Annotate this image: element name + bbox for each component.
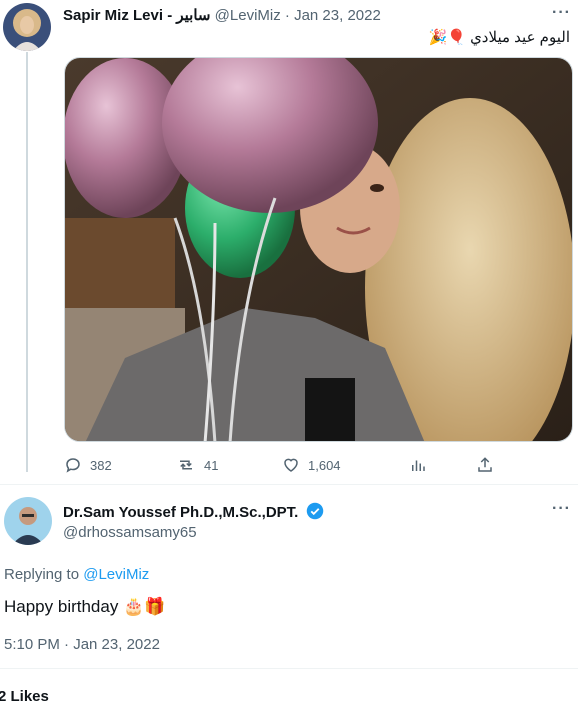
share-action[interactable] <box>476 456 494 474</box>
heart-icon <box>284 458 298 472</box>
divider <box>0 668 578 669</box>
display-name[interactable]: Sapir Miz Levi - سابير <box>63 7 210 24</box>
retweet-icon <box>180 460 192 470</box>
retweet-action[interactable]: 41 <box>176 456 218 474</box>
replying-prefix: Replying to <box>4 566 80 583</box>
more-options-icon[interactable]: ··· <box>552 4 571 22</box>
tweet-header: Sapir Miz Levi - سابير @LeviMiz · Jan 23… <box>63 6 381 24</box>
thread-line <box>26 52 28 472</box>
analytics-icon <box>412 460 425 471</box>
user-handle[interactable]: @LeviMiz <box>215 7 281 24</box>
reply-icon <box>66 458 80 473</box>
more-options-icon[interactable]: ··· <box>552 500 571 518</box>
tweet-actions: 382 41 1,604 <box>64 456 504 476</box>
reply-timestamp[interactable]: 5:10 PM · Jan 23, 2022 <box>4 636 160 653</box>
avatar-sapir[interactable] <box>3 3 51 51</box>
verified-badge-icon <box>306 502 324 520</box>
retweet-count: 41 <box>204 457 219 473</box>
divider <box>0 484 578 485</box>
share-icon <box>478 457 492 472</box>
replying-to: Replying to @LeviMiz <box>4 566 149 583</box>
date-separator: · <box>284 7 290 24</box>
reply-action[interactable]: 382 <box>64 456 112 474</box>
likes-count[interactable]: 2 Likes <box>0 688 49 705</box>
like-count: 1,604 <box>308 457 341 473</box>
replying-to-handle[interactable]: @LeviMiz <box>83 566 149 583</box>
tweet-photo[interactable] <box>64 57 573 442</box>
avatar-sam[interactable] <box>4 497 52 545</box>
reply-text: Happy birthday 🎂🎁 <box>4 597 166 616</box>
analytics-action[interactable] <box>409 456 427 474</box>
display-name[interactable]: Dr.Sam Youssef Ph.D.,M.Sc.,DPT. <box>63 504 298 521</box>
tweet-text: اليوم عيد ميلادي 🎈🎉 <box>428 29 570 46</box>
reply-count: 382 <box>90 457 112 473</box>
user-handle[interactable]: @drhossamsamy65 <box>63 524 197 541</box>
like-action[interactable]: 1,604 <box>282 456 341 474</box>
reply-name-row: Dr.Sam Youssef Ph.D.,M.Sc.,DPT. <box>63 502 324 522</box>
tweet-date[interactable]: Jan 23, 2022 <box>294 7 381 24</box>
